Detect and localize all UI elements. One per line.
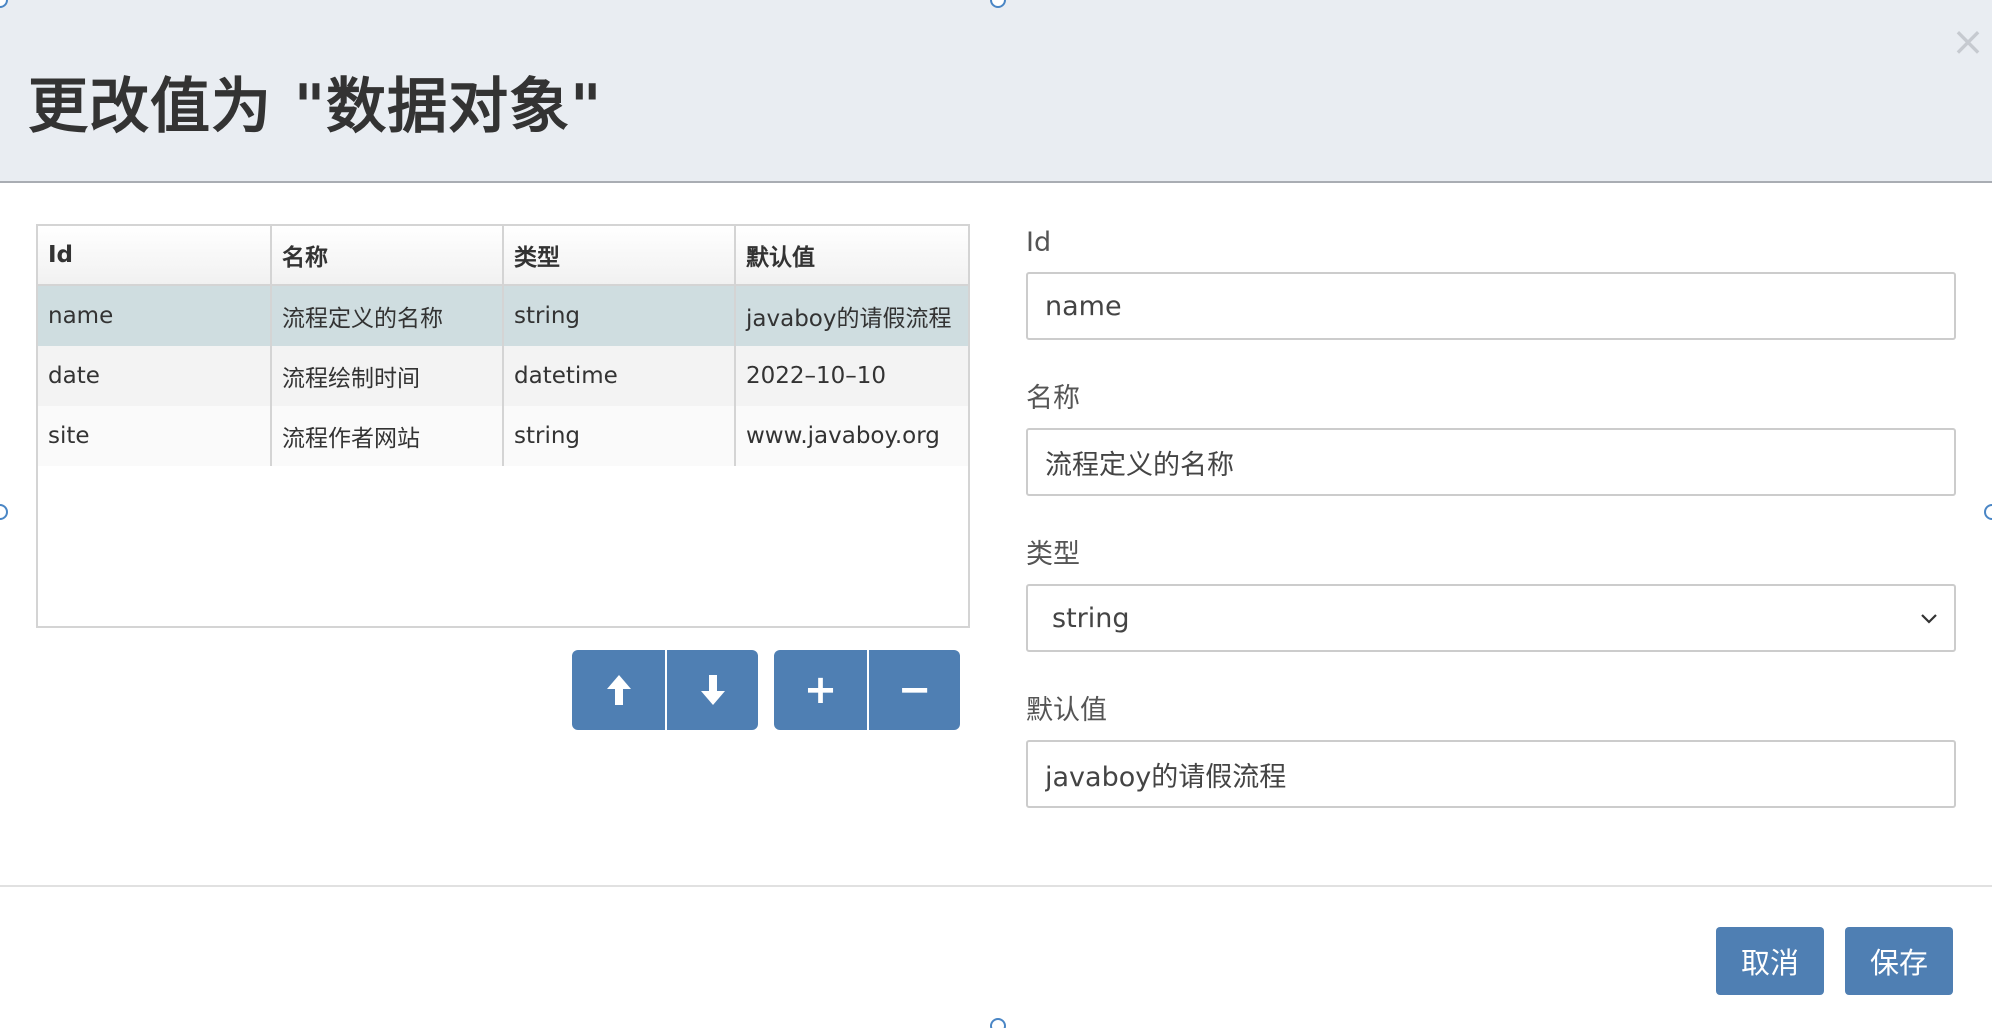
default-value-label: 默认值 xyxy=(1026,695,1107,726)
table-cell: name xyxy=(38,286,272,346)
data-object-table: Id 名称 类型 默认值 name 流程定义的名称 string javaboy… xyxy=(36,224,970,628)
chevron-down-icon xyxy=(1921,614,1937,624)
table-cell: www.javaboy.org xyxy=(746,423,940,449)
id-label: Id xyxy=(1026,227,1052,258)
table-row[interactable]: date 流程绘制时间 datetime 2022–10–10 xyxy=(38,346,968,406)
default-value-input[interactable] xyxy=(1026,740,1956,808)
column-header-type[interactable]: 类型 xyxy=(504,226,736,284)
add-button[interactable]: + xyxy=(774,650,867,730)
data-object-dialog: 更改值为 "数据对象" × Id 名称 类型 默认值 name 流程定义的名称 … xyxy=(0,0,1992,1028)
table-cell: 2022–10–10 xyxy=(746,363,887,389)
type-select-value: string xyxy=(1052,602,1130,634)
table-row[interactable]: site 流程作者网站 string www.javaboy.org xyxy=(38,406,968,466)
table-row[interactable]: name 流程定义的名称 string javaboy的请假流程 xyxy=(38,286,968,346)
footer-divider xyxy=(0,885,1992,887)
table-cell: string xyxy=(504,406,736,466)
close-icon[interactable]: × xyxy=(1948,22,1988,62)
arrow-up-icon xyxy=(606,675,631,705)
table-cell: javaboy的请假流程 xyxy=(746,306,952,332)
dialog-header: 更改值为 "数据对象" × xyxy=(0,0,1992,183)
type-select[interactable]: string xyxy=(1026,584,1956,652)
column-header-name[interactable]: 名称 xyxy=(272,226,504,284)
type-label: 类型 xyxy=(1026,539,1080,570)
resize-handle-left[interactable] xyxy=(0,504,8,520)
move-down-button[interactable] xyxy=(665,650,758,730)
table-cell: site xyxy=(38,406,272,466)
table-header: Id 名称 类型 默认值 xyxy=(38,226,968,286)
move-button-group xyxy=(572,650,758,730)
name-label: 名称 xyxy=(1026,383,1080,414)
dialog-title: 更改值为 "数据对象" xyxy=(28,72,603,142)
property-form: Id 名称 类型 string 默认值 xyxy=(1026,222,1956,846)
cancel-button[interactable]: 取消 xyxy=(1716,927,1824,995)
column-header-default[interactable]: 默认值 xyxy=(736,226,968,284)
name-input[interactable] xyxy=(1026,428,1956,496)
table-cell: 流程作者网站 xyxy=(272,406,504,466)
id-input[interactable] xyxy=(1026,272,1956,340)
save-button[interactable]: 保存 xyxy=(1845,927,1953,995)
column-header-id[interactable]: Id xyxy=(38,226,272,284)
arrow-down-icon xyxy=(700,675,725,705)
table-cell: date xyxy=(38,346,272,406)
move-up-button[interactable] xyxy=(572,650,665,730)
table-cell: string xyxy=(504,286,736,346)
table-cell: 流程定义的名称 xyxy=(272,286,504,346)
table-cell: 流程绘制时间 xyxy=(272,346,504,406)
remove-button[interactable]: − xyxy=(867,650,960,730)
resize-handle-right[interactable] xyxy=(1984,504,1992,520)
resize-handle-bottom[interactable] xyxy=(990,1018,1006,1028)
add-remove-button-group: + − xyxy=(774,650,960,730)
table-cell: datetime xyxy=(504,346,736,406)
